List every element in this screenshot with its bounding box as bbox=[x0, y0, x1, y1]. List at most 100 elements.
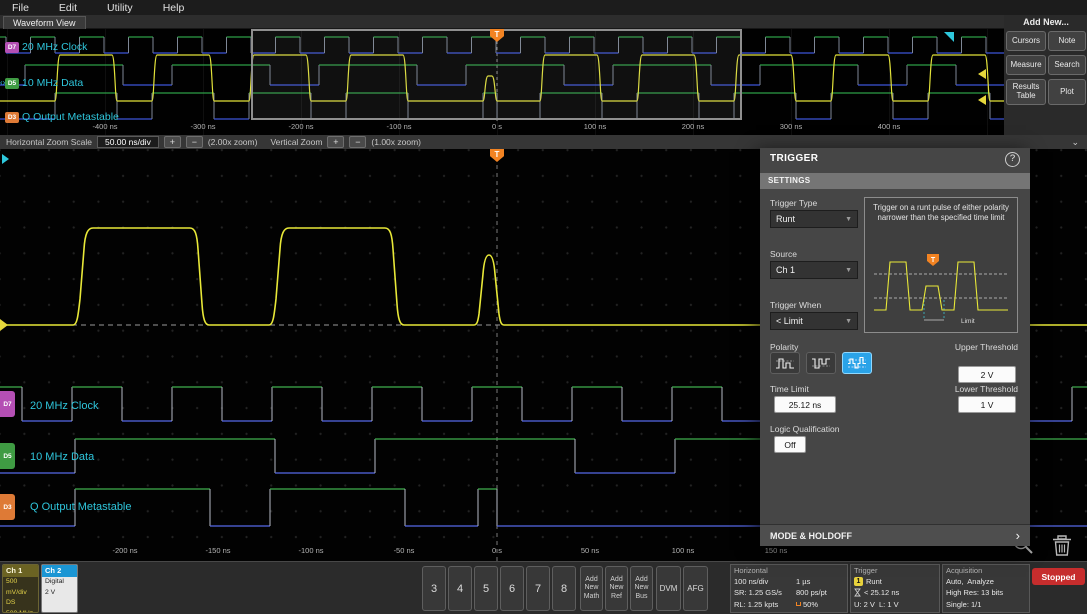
ch1-trigger-level-marker[interactable] bbox=[978, 95, 986, 105]
note-button[interactable]: Note bbox=[1048, 31, 1086, 51]
channel-2-tile[interactable]: Ch 2 Digital 2 V bbox=[41, 564, 78, 613]
channel-badge-d3[interactable]: D3 bbox=[5, 112, 19, 123]
trigger-status-panel[interactable]: Trigger 1 Runt < 25.12 ns U: 2 V L: 1 V bbox=[850, 564, 940, 613]
channel-chip-d3[interactable]: D3 bbox=[0, 494, 15, 520]
position-percent: 50% bbox=[803, 599, 819, 609]
cursors-button[interactable]: Cursors bbox=[1006, 31, 1046, 51]
sample-interval: 800 ps/pt bbox=[796, 588, 827, 598]
measure-button[interactable]: Measure bbox=[1006, 55, 1046, 75]
channel-chip-d7[interactable]: D7 bbox=[0, 391, 15, 417]
horizontal-settings-panel[interactable]: Horizontal 100 ns/div 1 µs SR: 1.25 GS/s 8… bbox=[730, 564, 848, 613]
results-table-button[interactable]: Results Table bbox=[1006, 79, 1046, 105]
polarity-negative-button[interactable] bbox=[806, 352, 836, 374]
h-zoom-minus-button[interactable]: − bbox=[185, 136, 203, 148]
polarity-either-button[interactable] bbox=[842, 352, 872, 374]
channel-label-d5: 10 MHz Data bbox=[30, 451, 95, 463]
v-zoom-minus-button[interactable]: − bbox=[349, 136, 367, 148]
add-new-ref-button[interactable]: Add New Ref bbox=[605, 566, 628, 611]
channel-chip-d5[interactable]: D5 bbox=[0, 443, 15, 469]
add-math-line: Math bbox=[583, 592, 600, 600]
acquisition-panel[interactable]: Acquisition Auto, Analyze High Res: 13 b… bbox=[942, 564, 1030, 613]
tab-waveform-view[interactable]: Waveform View bbox=[3, 16, 86, 29]
channel-5-button[interactable]: 5 bbox=[474, 566, 498, 611]
source-value: Ch 1 bbox=[776, 265, 796, 275]
time-tick-label: 100 ns bbox=[583, 122, 607, 131]
trigger-limit-status: < 25.12 ns bbox=[864, 588, 900, 598]
trigger-type-dropdown[interactable]: Runt ▼ bbox=[770, 210, 858, 228]
add-ref-line: Ref bbox=[611, 592, 622, 600]
menu-bar: File Edit Utility Help bbox=[0, 0, 1087, 15]
add-ref-line: New bbox=[609, 584, 624, 592]
menu-file[interactable]: File bbox=[12, 2, 29, 14]
channel-1-scale: 500 mV/div bbox=[6, 578, 27, 596]
horizontal-window: 1 µs bbox=[796, 577, 811, 586]
source-label: Source bbox=[770, 249, 797, 259]
time-tick-label: -100 ns bbox=[386, 122, 412, 131]
chevron-down-icon[interactable]: ⌄ bbox=[1071, 137, 1079, 148]
horizontal-zoom-scale-value[interactable]: 50.00 ns/div bbox=[96, 136, 159, 148]
channel-1-tile[interactable]: Ch 1 500 mV/div DS 500 MHz bbox=[2, 564, 39, 613]
add-bus-line: New bbox=[634, 584, 649, 592]
add-math-line: Add bbox=[585, 575, 598, 583]
logic-qualification-toggle[interactable]: Off bbox=[774, 436, 806, 453]
upper-threshold-value[interactable]: 2 V bbox=[958, 366, 1016, 383]
add-new-panel: Add New... Cursors Note Measure Search R… bbox=[1005, 15, 1087, 136]
time-tick-label: -200 ns bbox=[112, 546, 138, 555]
time-tick-label: 100 ns bbox=[671, 546, 695, 555]
plot-button[interactable]: Plot bbox=[1048, 79, 1086, 105]
add-new-bus-button[interactable]: Add New Bus bbox=[630, 566, 653, 611]
trigger-help-box: Trigger on a runt pulse of either polari… bbox=[864, 197, 1018, 333]
help-icon[interactable]: ? bbox=[1005, 152, 1020, 167]
channel-2-type: Digital bbox=[45, 578, 64, 585]
channel-label-d3: Q Output Metastable bbox=[30, 501, 132, 513]
mode-holdoff-section[interactable]: MODE & HOLDOFF › bbox=[760, 524, 1030, 546]
h-zoom-plus-button[interactable]: + bbox=[163, 136, 181, 148]
trigger-status-title: Trigger bbox=[854, 566, 878, 575]
acquisition-title: Acquisition bbox=[946, 566, 983, 575]
delete-icon[interactable] bbox=[1048, 531, 1076, 559]
zoom-selection-box[interactable] bbox=[251, 29, 742, 120]
lower-threshold-value[interactable]: 1 V bbox=[958, 396, 1016, 413]
channel-7-button[interactable]: 7 bbox=[526, 566, 550, 611]
polarity-label: Polarity bbox=[770, 342, 799, 352]
time-tick-label: -150 ns bbox=[205, 546, 231, 555]
add-new-math-button[interactable]: Add New Math bbox=[580, 566, 603, 611]
menu-utility[interactable]: Utility bbox=[107, 2, 133, 14]
channel-6-button[interactable]: 6 bbox=[500, 566, 524, 611]
polarity-positive-button[interactable] bbox=[770, 352, 800, 374]
channel-4-button[interactable]: 4 bbox=[448, 566, 472, 611]
time-limit-value[interactable]: 25.12 ns bbox=[774, 396, 836, 413]
add-ref-line: Add bbox=[610, 575, 623, 583]
trigger-levels-status: U: 2 V L: 1 V bbox=[854, 599, 899, 609]
channel-3-button[interactable]: 3 bbox=[422, 566, 446, 611]
time-tick-label: -50 ns bbox=[393, 546, 415, 555]
channel-badge-d5[interactable]: D5 bbox=[5, 78, 19, 89]
menu-help[interactable]: Help bbox=[163, 2, 185, 14]
add-new-title: Add New... bbox=[1023, 17, 1069, 27]
ch1-position-marker[interactable] bbox=[978, 69, 986, 79]
search-button[interactable]: Search bbox=[1048, 55, 1086, 75]
v-zoom-plus-button[interactable]: + bbox=[327, 136, 345, 148]
ch1-level-marker[interactable] bbox=[0, 319, 8, 331]
run-stop-button[interactable]: Stopped bbox=[1032, 568, 1085, 585]
expand-view-icon[interactable] bbox=[2, 154, 9, 164]
acquisition-single: Single: 1/1 bbox=[946, 599, 982, 609]
menu-edit[interactable]: Edit bbox=[59, 2, 77, 14]
acquisition-resolution: High Res: 13 bits bbox=[946, 588, 1004, 598]
horizontal-zoom-scale-label: Horizontal Zoom Scale bbox=[6, 137, 92, 147]
trigger-when-dropdown[interactable]: < Limit ▼ bbox=[770, 312, 858, 330]
oscilloscope-app: File Edit Utility Help Waveform View T ‹… bbox=[0, 0, 1087, 614]
trigger-when-value: < Limit bbox=[776, 316, 803, 326]
time-tick-label: 200 ns bbox=[681, 122, 705, 131]
trigger-help-text: Trigger on a runt pulse of either polari… bbox=[873, 203, 1009, 222]
channel-8-button[interactable]: 8 bbox=[552, 566, 576, 611]
chevron-down-icon: ▼ bbox=[845, 266, 852, 274]
channel-badge-d7[interactable]: D7 bbox=[5, 42, 19, 53]
add-bus-line: Add bbox=[635, 575, 648, 583]
trigger-type-status: Runt bbox=[866, 577, 882, 586]
v-zoom-factor: (1.00x zoom) bbox=[371, 137, 422, 147]
source-dropdown[interactable]: Ch 1 ▼ bbox=[770, 261, 858, 279]
afg-button[interactable]: AFG bbox=[683, 566, 708, 611]
dvm-button[interactable]: DVM bbox=[656, 566, 681, 611]
trigger-panel-title: TRIGGER bbox=[770, 153, 819, 164]
